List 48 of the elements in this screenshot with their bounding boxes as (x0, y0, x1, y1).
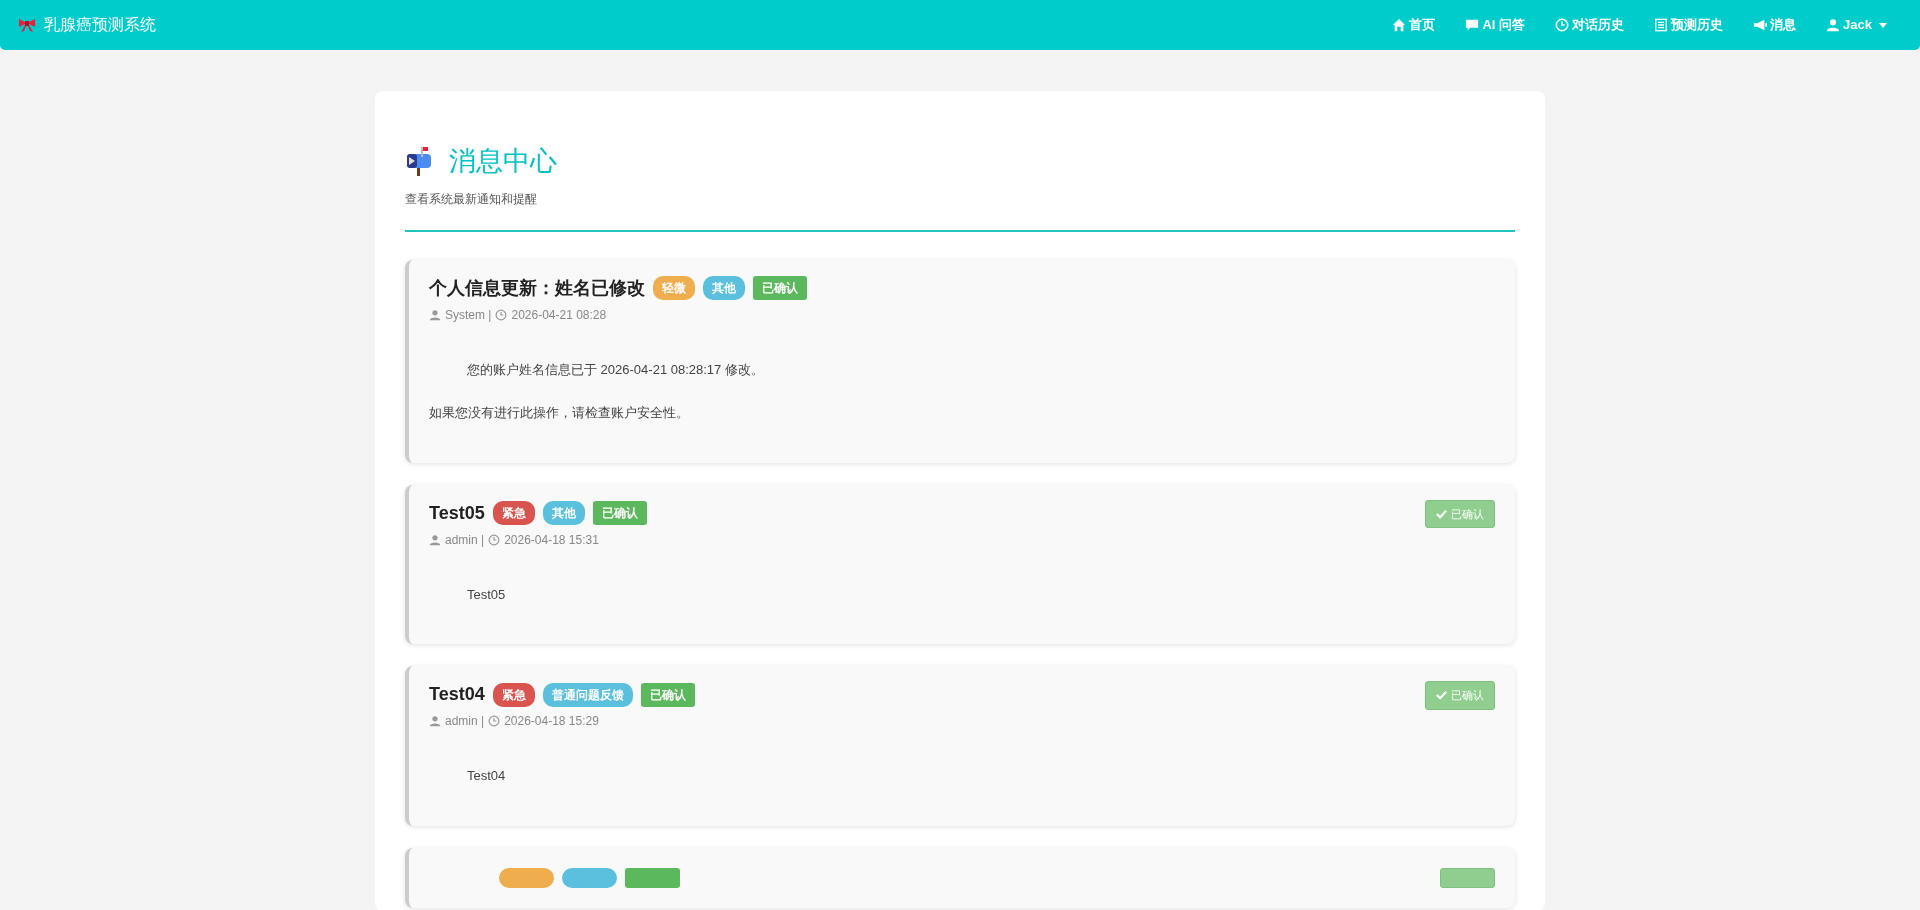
message-title: 个人信息更新：姓名已修改 (429, 276, 645, 300)
megaphone-icon (1753, 18, 1768, 32)
message-text: Test05 (466, 585, 507, 604)
timestamp: 2026-04-18 15:29 (504, 713, 599, 730)
clock-icon (488, 715, 501, 727)
timestamp: 2026-04-21 08:28 (511, 306, 607, 324)
tag: 紧急 (492, 682, 535, 707)
page-title: 消息中心 (449, 144, 557, 178)
tag: 已确认 (592, 501, 647, 525)
tag: 普通问题反馈 (542, 682, 633, 707)
user-icon (429, 715, 441, 727)
nav-link[interactable]: 首页 (1377, 15, 1451, 35)
author-text: admin | (445, 713, 485, 730)
user-icon (429, 308, 441, 321)
nav-link[interactable]: Jack (1811, 15, 1902, 35)
tag: 轻微 (653, 276, 695, 300)
author-text: System | (445, 306, 492, 324)
list-icon (1654, 18, 1669, 32)
tag: 其他 (703, 276, 745, 300)
home-icon (1392, 18, 1407, 32)
speech-bubble-icon (1465, 18, 1480, 32)
page-subtitle: 查看系统最新通知和提醒 (405, 190, 538, 208)
clock-icon (495, 308, 508, 321)
confirmed-button[interactable] (1440, 867, 1495, 888)
tag: 已确认 (753, 276, 807, 300)
tag: 紧急 (492, 501, 535, 525)
clock-icon (1555, 18, 1570, 32)
user-icon (429, 533, 441, 546)
tag: 其他 (542, 501, 585, 525)
check-icon (1436, 508, 1447, 519)
timestamp: 2026-04-18 15:31 (504, 531, 599, 549)
nav-link[interactable]: AI 问答 (1450, 15, 1541, 35)
nav-link[interactable]: 对话历史 (1540, 15, 1640, 35)
author-text: admin | (445, 531, 485, 549)
user-icon (1826, 18, 1841, 32)
nav-link[interactable]: 预测历史 (1639, 15, 1739, 35)
clock-icon (488, 533, 501, 546)
check-icon (1436, 690, 1447, 701)
tag: 已确认 (640, 682, 695, 707)
message-title: Test04 (429, 683, 485, 706)
message-text: Test04 (466, 767, 507, 785)
message-title: Test05 (429, 501, 485, 525)
ribbon-bow-icon (18, 17, 36, 33)
nav-link[interactable]: 消息 (1738, 15, 1812, 35)
app-title[interactable]: 乳腺癌预测系统 (44, 13, 156, 37)
message-text: 您的账户姓名信息已于 2026-04-21 08:28:17 修改。 (466, 360, 765, 379)
message-text: 如果您没有进行此操作，请检查账户安全性。 (429, 404, 690, 422)
mailbox-icon (405, 146, 433, 177)
